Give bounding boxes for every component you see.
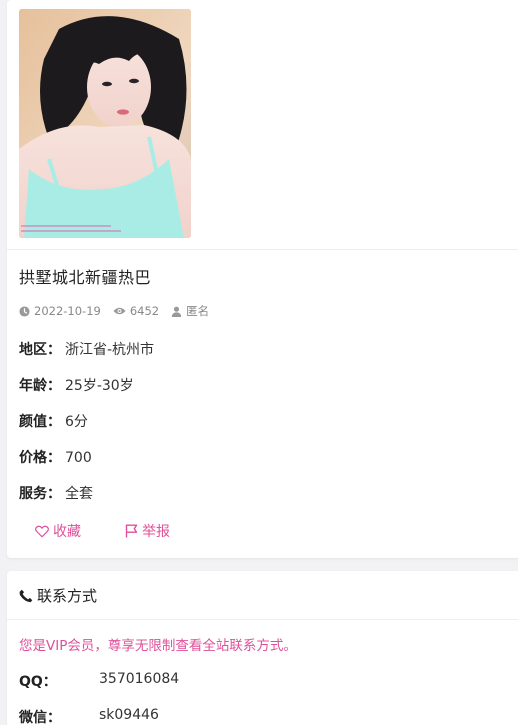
user-icon bbox=[171, 306, 182, 317]
info-value: 25岁-30岁 bbox=[65, 378, 134, 394]
info-label: 地区 bbox=[19, 342, 47, 358]
info-value: 全套 bbox=[65, 486, 93, 502]
info-row-price: 价格： 700 bbox=[19, 447, 92, 467]
phone-icon bbox=[19, 589, 33, 602]
contact-label: 微信： bbox=[19, 710, 61, 725]
info-value: 6分 bbox=[65, 414, 88, 430]
post-title: 拱墅城北新疆热巴 bbox=[19, 268, 152, 287]
vip-notice: 您是VIP会员，尊享无限制查看全站联系方式。 bbox=[19, 638, 297, 654]
meta-date: 2022-10-19 bbox=[19, 304, 101, 318]
contact-label: QQ： bbox=[19, 674, 57, 690]
flag-icon bbox=[125, 524, 138, 538]
info-label: 价格 bbox=[19, 450, 47, 466]
post-actions: 收藏 举报 bbox=[35, 521, 214, 541]
info-row-looks: 颜值： 6分 bbox=[19, 411, 88, 431]
post-author: 匿名 bbox=[186, 304, 210, 318]
post-meta: 2022-10-19 6452 匿名 bbox=[19, 303, 221, 319]
contact-row-wechat: 微信： sk09446 bbox=[19, 707, 159, 725]
contact-card: 联系方式 您是VIP会员，尊享无限制查看全站联系方式。 QQ： 35701608… bbox=[7, 571, 518, 725]
contact-value[interactable]: 357016084 bbox=[99, 671, 179, 691]
info-label: 年龄 bbox=[19, 378, 47, 394]
post-card: 拱墅城北新疆热巴 2022-10-19 6452 匿名 地区：浙江省-杭州市 年… bbox=[7, 0, 518, 558]
heart-icon bbox=[35, 525, 49, 537]
eye-icon bbox=[113, 307, 126, 315]
info-separator: ： bbox=[47, 450, 61, 466]
divider bbox=[7, 249, 518, 250]
divider bbox=[7, 619, 518, 620]
info-row-service: 服务： 全套 bbox=[19, 483, 93, 503]
clock-icon bbox=[19, 305, 30, 317]
meta-author: 匿名 bbox=[171, 303, 209, 319]
info-separator: ： bbox=[47, 378, 61, 394]
info-label: 颜值 bbox=[19, 414, 47, 430]
contact-header: 联系方式 bbox=[19, 585, 97, 606]
contact-row-qq: QQ： 357016084 bbox=[19, 671, 179, 691]
info-row-region: 地区： 浙江省-杭州市 bbox=[19, 339, 154, 359]
post-photo[interactable] bbox=[19, 9, 191, 238]
favorite-label: 收藏 bbox=[53, 524, 81, 540]
info-value: 浙江省-杭州市 bbox=[65, 342, 155, 358]
contact-heading: 联系方式 bbox=[37, 587, 98, 605]
report-label: 举报 bbox=[142, 524, 170, 540]
contact-value[interactable]: sk09446 bbox=[99, 707, 159, 725]
photo-image bbox=[19, 9, 191, 238]
post-date: 2022-10-19 bbox=[34, 304, 101, 318]
favorite-button[interactable]: 收藏 bbox=[35, 521, 81, 541]
info-separator: ： bbox=[47, 342, 61, 358]
info-separator: ： bbox=[47, 486, 61, 502]
info-value: 700 bbox=[65, 450, 92, 466]
info-label: 服务 bbox=[19, 486, 47, 502]
info-row-age: 年龄： 25岁-30岁 bbox=[19, 375, 134, 395]
info-separator: ： bbox=[47, 414, 61, 430]
report-button[interactable]: 举报 bbox=[125, 521, 170, 541]
post-views: 6452 bbox=[129, 304, 160, 318]
meta-views: 6452 bbox=[113, 304, 159, 318]
